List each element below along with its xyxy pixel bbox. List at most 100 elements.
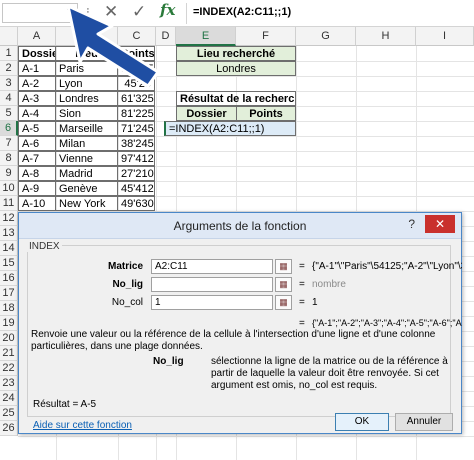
result-col-points[interactable]: Points (236, 106, 296, 121)
lookup-value[interactable]: Londres (176, 61, 296, 76)
cell-lieu[interactable]: Vienne (55, 151, 118, 166)
cell-dossier[interactable]: A-2 (18, 76, 56, 91)
row-header-1[interactable]: 1 (0, 46, 18, 61)
cell-lieu[interactable]: Genève (55, 181, 118, 196)
close-button[interactable]: ✕ (425, 215, 455, 233)
cell-points[interactable]: 38'245 (117, 136, 155, 151)
chevron-down-icon[interactable]: ▼ (65, 6, 74, 16)
row-header-18[interactable]: 18 (0, 301, 18, 316)
cell-points[interactable]: 61'325 (117, 91, 155, 106)
row-header-9[interactable]: 9 (0, 166, 18, 181)
row-header-25[interactable]: 25 (0, 406, 18, 421)
row-header-14[interactable]: 14 (0, 241, 18, 256)
column-header-b[interactable]: B (56, 27, 118, 46)
argument-name: No_lig (153, 356, 184, 367)
select-all-corner[interactable] (0, 27, 18, 46)
cell-points[interactable]: 45'25 (117, 76, 155, 91)
cell-points[interactable]: 97'412 (117, 151, 155, 166)
cell-points[interactable]: 45'412 (117, 181, 155, 196)
cell-lieu[interactable]: New York (55, 196, 118, 211)
row-header-16[interactable]: 16 (0, 271, 18, 286)
function-arguments-dialog: Arguments de la fonction ? ✕ INDEX Matri… (18, 212, 462, 434)
arg-input-no-col[interactable]: 1 (151, 295, 273, 310)
cell-dossier[interactable]: A-8 (18, 166, 56, 181)
row-header-15[interactable]: 15 (0, 256, 18, 271)
cell-dossier[interactable]: A-4 (18, 106, 56, 121)
formula-bar: ▼ ⁝ ✕ ✓ fx =INDEX(A2:C11;;1) (0, 0, 474, 27)
range-select-icon[interactable]: ▦ (275, 277, 292, 292)
header-points[interactable]: Points (117, 46, 155, 61)
cell-points[interactable]: 54'125 (117, 61, 155, 76)
cell-dossier[interactable]: A-9 (18, 181, 56, 196)
column-header-a[interactable]: A (18, 27, 56, 46)
cell-lieu[interactable]: Lyon (55, 76, 118, 91)
row-header-19[interactable]: 19 (0, 316, 18, 331)
insert-function-icon[interactable]: fx (160, 1, 175, 19)
row-header-12[interactable]: 12 (0, 211, 18, 226)
arg-result-no-col: 1 (312, 297, 318, 308)
row-header-8[interactable]: 8 (0, 151, 18, 166)
row-header-11[interactable]: 11 (0, 196, 18, 211)
cell-lieu[interactable]: Londres (55, 91, 118, 106)
row-header-20[interactable]: 20 (0, 331, 18, 346)
row-header-7[interactable]: 7 (0, 136, 18, 151)
cell-dossier[interactable]: A-5 (18, 121, 56, 136)
cell-dossier[interactable]: A-6 (18, 136, 56, 151)
row-header-3[interactable]: 3 (0, 76, 18, 91)
column-header-c[interactable]: C (118, 27, 156, 46)
cell-lieu[interactable]: Milan (55, 136, 118, 151)
cell-dossier[interactable]: A-1 (18, 61, 56, 76)
cell-lieu[interactable]: Paris (55, 61, 118, 76)
cell-dossier[interactable]: A-7 (18, 151, 56, 166)
help-icon[interactable]: ? (408, 217, 415, 231)
arg-input-matrice[interactable]: A2:C11 (151, 259, 273, 274)
cell-points[interactable]: 27'210 (117, 166, 155, 181)
help-link[interactable]: Aide sur cette fonction (33, 420, 132, 431)
name-box[interactable]: ▼ (2, 3, 78, 23)
column-header-d[interactable]: D (156, 27, 176, 46)
row-header-13[interactable]: 13 (0, 226, 18, 241)
cell-points[interactable]: 49'630 (117, 196, 155, 211)
row-header-17[interactable]: 17 (0, 286, 18, 301)
cell-lieu[interactable]: Marseille (55, 121, 118, 136)
row-header-6[interactable]: 6 (0, 121, 18, 136)
row-header-24[interactable]: 24 (0, 391, 18, 406)
active-cell-formula[interactable]: =INDEX(A2:C11;;1) (164, 121, 296, 136)
result-col-dossier[interactable]: Dossier (176, 106, 237, 121)
cancel-icon[interactable]: ✕ (104, 2, 118, 22)
check-icon[interactable]: ✓ (132, 2, 146, 22)
cell-points[interactable]: 71'245 (117, 121, 155, 136)
ok-button[interactable]: OK (335, 413, 389, 431)
row-header-22[interactable]: 22 (0, 361, 18, 376)
cell-points[interactable]: 81'225 (117, 106, 155, 121)
row-header-10[interactable]: 10 (0, 181, 18, 196)
column-header-f[interactable]: F (236, 27, 296, 46)
column-header-g[interactable]: G (296, 27, 356, 46)
row-header-26[interactable]: 26 (0, 421, 18, 436)
arg-equals: = (299, 279, 305, 290)
cell-dossier[interactable]: A-10 (18, 196, 56, 211)
row-header-21[interactable]: 21 (0, 346, 18, 361)
row-header-23[interactable]: 23 (0, 376, 18, 391)
cancel-button[interactable]: Annuler (395, 413, 453, 431)
dialog-title: Arguments de la fonction (173, 219, 307, 233)
column-header-e[interactable]: E (176, 27, 236, 46)
column-header-h[interactable]: H (356, 27, 416, 46)
range-select-icon[interactable]: ▦ (275, 259, 292, 274)
arg-result-matrice: {"A-1"\"Paris"\54125;"A-2"\"Lyon"\3547 (312, 261, 462, 272)
row-header-5[interactable]: 5 (0, 106, 18, 121)
result-title[interactable]: Résultat de la recherche (176, 91, 296, 106)
header-dossier[interactable]: Dossier (18, 46, 56, 61)
header-lieu[interactable]: Lieu (55, 46, 118, 61)
cell-lieu[interactable]: Madrid (55, 166, 118, 181)
cell-lieu[interactable]: Sion (55, 106, 118, 121)
row-header-2[interactable]: 2 (0, 61, 18, 76)
cell-dossier[interactable]: A-3 (18, 91, 56, 106)
column-header-i[interactable]: I (416, 27, 474, 46)
dialog-titlebar[interactable]: Arguments de la fonction ? ✕ (19, 213, 461, 239)
row-header-4[interactable]: 4 (0, 91, 18, 106)
range-select-icon[interactable]: ▦ (275, 295, 292, 310)
formula-input[interactable]: =INDEX(A2:C11;;1) (186, 3, 472, 24)
lookup-title[interactable]: Lieu recherché (176, 46, 296, 61)
arg-input-no-lig[interactable] (151, 277, 273, 292)
